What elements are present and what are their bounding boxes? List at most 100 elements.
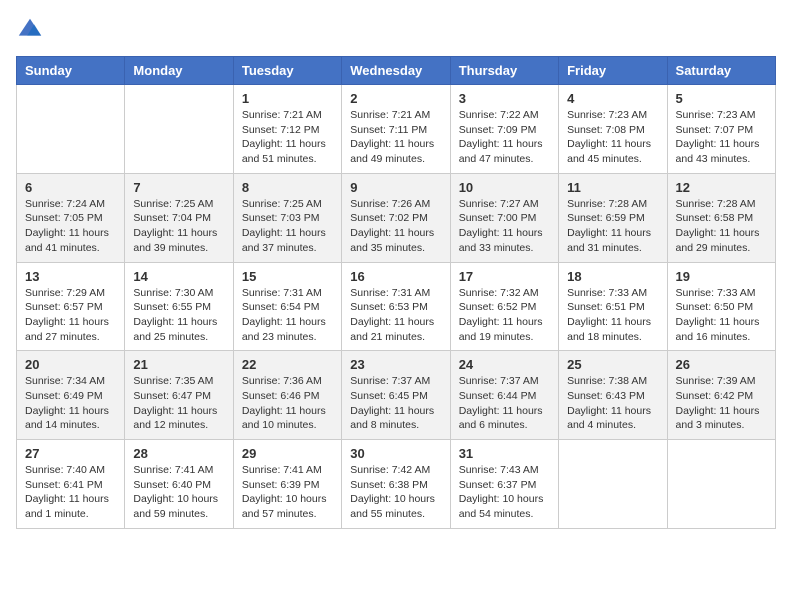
calendar-cell: 21 Sunrise: 7:35 AMSunset: 6:47 PMDayligh… bbox=[125, 351, 233, 440]
calendar-cell: 10 Sunrise: 7:27 AMSunset: 7:00 PMDayligh… bbox=[450, 173, 558, 262]
calendar-cell: 17 Sunrise: 7:32 AMSunset: 6:52 PMDayligh… bbox=[450, 262, 558, 351]
calendar-cell: 2 Sunrise: 7:21 AMSunset: 7:11 PMDaylight… bbox=[342, 85, 450, 174]
calendar-cell: 26 Sunrise: 7:39 AMSunset: 6:42 PMDayligh… bbox=[667, 351, 775, 440]
day-number: 15 bbox=[242, 269, 333, 284]
day-number: 4 bbox=[567, 91, 658, 106]
calendar-cell: 24 Sunrise: 7:37 AMSunset: 6:44 PMDayligh… bbox=[450, 351, 558, 440]
day-number: 18 bbox=[567, 269, 658, 284]
day-number: 22 bbox=[242, 357, 333, 372]
day-info: Sunrise: 7:27 AMSunset: 7:00 PMDaylight:… bbox=[459, 197, 550, 256]
calendar-table: SundayMondayTuesdayWednesdayThursdayFrid… bbox=[16, 56, 776, 529]
day-info: Sunrise: 7:37 AMSunset: 6:45 PMDaylight:… bbox=[350, 374, 441, 433]
day-number: 6 bbox=[25, 180, 116, 195]
calendar-cell: 7 Sunrise: 7:25 AMSunset: 7:04 PMDaylight… bbox=[125, 173, 233, 262]
day-header-saturday: Saturday bbox=[667, 57, 775, 85]
page-header bbox=[16, 16, 776, 44]
calendar-cell: 31 Sunrise: 7:43 AMSunset: 6:37 PMDayligh… bbox=[450, 440, 558, 529]
calendar-cell: 12 Sunrise: 7:28 AMSunset: 6:58 PMDayligh… bbox=[667, 173, 775, 262]
calendar-cell: 9 Sunrise: 7:26 AMSunset: 7:02 PMDaylight… bbox=[342, 173, 450, 262]
calendar-cell: 19 Sunrise: 7:33 AMSunset: 6:50 PMDayligh… bbox=[667, 262, 775, 351]
day-info: Sunrise: 7:23 AMSunset: 7:07 PMDaylight:… bbox=[676, 108, 767, 167]
calendar-cell: 15 Sunrise: 7:31 AMSunset: 6:54 PMDayligh… bbox=[233, 262, 341, 351]
day-info: Sunrise: 7:33 AMSunset: 6:50 PMDaylight:… bbox=[676, 286, 767, 345]
calendar-cell: 13 Sunrise: 7:29 AMSunset: 6:57 PMDayligh… bbox=[17, 262, 125, 351]
day-header-friday: Friday bbox=[559, 57, 667, 85]
day-number: 24 bbox=[459, 357, 550, 372]
day-number: 8 bbox=[242, 180, 333, 195]
logo-icon bbox=[16, 16, 44, 44]
calendar-cell: 22 Sunrise: 7:36 AMSunset: 6:46 PMDayligh… bbox=[233, 351, 341, 440]
calendar-cell: 11 Sunrise: 7:28 AMSunset: 6:59 PMDayligh… bbox=[559, 173, 667, 262]
day-info: Sunrise: 7:28 AMSunset: 6:59 PMDaylight:… bbox=[567, 197, 658, 256]
day-header-tuesday: Tuesday bbox=[233, 57, 341, 85]
calendar-cell: 30 Sunrise: 7:42 AMSunset: 6:38 PMDayligh… bbox=[342, 440, 450, 529]
day-info: Sunrise: 7:24 AMSunset: 7:05 PMDaylight:… bbox=[25, 197, 116, 256]
day-number: 3 bbox=[459, 91, 550, 106]
day-info: Sunrise: 7:41 AMSunset: 6:40 PMDaylight:… bbox=[133, 463, 224, 522]
calendar-cell: 4 Sunrise: 7:23 AMSunset: 7:08 PMDaylight… bbox=[559, 85, 667, 174]
day-info: Sunrise: 7:25 AMSunset: 7:03 PMDaylight:… bbox=[242, 197, 333, 256]
calendar-week-row: 27Sunrise: 7:40 AMSunset: 6:41 PMDayligh… bbox=[17, 440, 776, 529]
day-number: 13 bbox=[25, 269, 116, 284]
calendar-cell: 16Sunrise: 7:31 AMSunset: 6:53 PMDayligh… bbox=[342, 262, 450, 351]
day-info: Sunrise: 7:31 AMSunset: 6:54 PMDaylight:… bbox=[242, 286, 333, 345]
day-info: Sunrise: 7:29 AMSunset: 6:57 PMDaylight:… bbox=[25, 286, 116, 345]
calendar-cell: 5 Sunrise: 7:23 AMSunset: 7:07 PMDaylight… bbox=[667, 85, 775, 174]
day-info: Sunrise: 7:25 AMSunset: 7:04 PMDaylight:… bbox=[133, 197, 224, 256]
day-info: Sunrise: 7:42 AMSunset: 6:38 PMDaylight:… bbox=[350, 463, 441, 522]
day-info: Sunrise: 7:31 AMSunset: 6:53 PMDaylight:… bbox=[350, 286, 441, 345]
day-number: 31 bbox=[459, 446, 550, 461]
day-info: Sunrise: 7:43 AMSunset: 6:37 PMDaylight:… bbox=[459, 463, 550, 522]
day-number: 9 bbox=[350, 180, 441, 195]
day-number: 28 bbox=[133, 446, 224, 461]
calendar-cell bbox=[559, 440, 667, 529]
day-info: Sunrise: 7:21 AMSunset: 7:11 PMDaylight:… bbox=[350, 108, 441, 167]
logo bbox=[16, 16, 48, 44]
calendar-week-row: 13 Sunrise: 7:29 AMSunset: 6:57 PMDayligh… bbox=[17, 262, 776, 351]
day-number: 11 bbox=[567, 180, 658, 195]
day-info: Sunrise: 7:28 AMSunset: 6:58 PMDaylight:… bbox=[676, 197, 767, 256]
day-number: 27 bbox=[25, 446, 116, 461]
day-info: Sunrise: 7:38 AMSunset: 6:43 PMDaylight:… bbox=[567, 374, 658, 433]
day-number: 17 bbox=[459, 269, 550, 284]
day-info: Sunrise: 7:34 AMSunset: 6:49 PMDaylight:… bbox=[25, 374, 116, 433]
day-number: 25 bbox=[567, 357, 658, 372]
day-number: 21 bbox=[133, 357, 224, 372]
calendar-week-row: 6 Sunrise: 7:24 AMSunset: 7:05 PMDaylight… bbox=[17, 173, 776, 262]
day-info: Sunrise: 7:39 AMSunset: 6:42 PMDaylight:… bbox=[676, 374, 767, 433]
day-number: 2 bbox=[350, 91, 441, 106]
calendar-cell bbox=[125, 85, 233, 174]
day-number: 30 bbox=[350, 446, 441, 461]
day-header-sunday: Sunday bbox=[17, 57, 125, 85]
day-info: Sunrise: 7:33 AMSunset: 6:51 PMDaylight:… bbox=[567, 286, 658, 345]
calendar-cell: 29 Sunrise: 7:41 AMSunset: 6:39 PMDayligh… bbox=[233, 440, 341, 529]
day-number: 7 bbox=[133, 180, 224, 195]
day-header-wednesday: Wednesday bbox=[342, 57, 450, 85]
day-info: Sunrise: 7:37 AMSunset: 6:44 PMDaylight:… bbox=[459, 374, 550, 433]
day-info: Sunrise: 7:32 AMSunset: 6:52 PMDaylight:… bbox=[459, 286, 550, 345]
calendar-cell: 1Sunrise: 7:21 AMSunset: 7:12 PMDaylight… bbox=[233, 85, 341, 174]
calendar-cell: 3Sunrise: 7:22 AMSunset: 7:09 PMDaylight… bbox=[450, 85, 558, 174]
day-header-monday: Monday bbox=[125, 57, 233, 85]
day-info: Sunrise: 7:30 AMSunset: 6:55 PMDaylight:… bbox=[133, 286, 224, 345]
day-info: Sunrise: 7:26 AMSunset: 7:02 PMDaylight:… bbox=[350, 197, 441, 256]
day-info: Sunrise: 7:41 AMSunset: 6:39 PMDaylight:… bbox=[242, 463, 333, 522]
day-number: 29 bbox=[242, 446, 333, 461]
day-number: 12 bbox=[676, 180, 767, 195]
calendar-cell: 20 Sunrise: 7:34 AMSunset: 6:49 PMDayligh… bbox=[17, 351, 125, 440]
day-number: 5 bbox=[676, 91, 767, 106]
calendar-week-row: 1Sunrise: 7:21 AMSunset: 7:12 PMDaylight… bbox=[17, 85, 776, 174]
calendar-cell: 23Sunrise: 7:37 AMSunset: 6:45 PMDayligh… bbox=[342, 351, 450, 440]
day-header-thursday: Thursday bbox=[450, 57, 558, 85]
calendar-cell: 18 Sunrise: 7:33 AMSunset: 6:51 PMDayligh… bbox=[559, 262, 667, 351]
day-number: 19 bbox=[676, 269, 767, 284]
calendar-cell bbox=[667, 440, 775, 529]
day-number: 10 bbox=[459, 180, 550, 195]
day-number: 14 bbox=[133, 269, 224, 284]
day-number: 1 bbox=[242, 91, 333, 106]
day-number: 20 bbox=[25, 357, 116, 372]
day-number: 26 bbox=[676, 357, 767, 372]
day-info: Sunrise: 7:35 AMSunset: 6:47 PMDaylight:… bbox=[133, 374, 224, 433]
day-info: Sunrise: 7:36 AMSunset: 6:46 PMDaylight:… bbox=[242, 374, 333, 433]
day-info: Sunrise: 7:23 AMSunset: 7:08 PMDaylight:… bbox=[567, 108, 658, 167]
